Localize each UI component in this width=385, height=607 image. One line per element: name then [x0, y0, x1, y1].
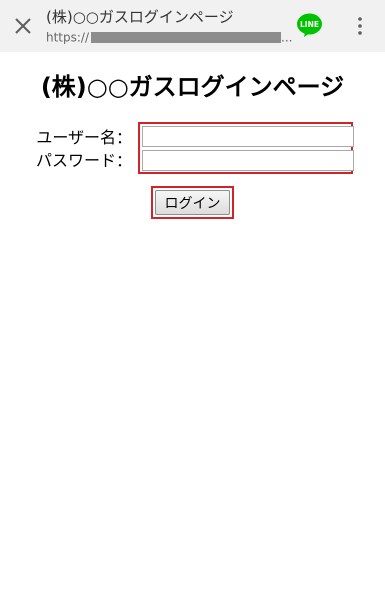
browser-page-title: (株)○○ガスログインページ	[46, 8, 234, 26]
login-button[interactable]: ログイン	[155, 190, 230, 215]
close-icon	[15, 18, 31, 34]
url-ellipsis: ...	[281, 30, 293, 45]
url-redacted-block	[91, 32, 282, 43]
browser-url[interactable]: https://...	[46, 27, 292, 45]
close-button[interactable]	[10, 13, 36, 39]
more-vert-icon	[358, 17, 362, 35]
line-share-button[interactable]: LINE	[296, 12, 323, 39]
password-input[interactable]	[142, 150, 354, 171]
line-icon-label: LINE	[300, 20, 319, 29]
button-highlight-box: ログイン	[151, 186, 234, 219]
overflow-menu-button[interactable]	[348, 14, 372, 38]
username-input[interactable]	[142, 126, 354, 147]
password-label: パスワード：	[35, 151, 132, 170]
url-prefix: https://	[46, 30, 90, 45]
line-app-icon: LINE	[297, 13, 322, 37]
input-highlight-box	[138, 122, 354, 174]
browser-toolbar: (株)○○ガスログインページ https://... LINE	[0, 0, 385, 52]
page-title: (株)○○ガスログインページ	[40, 73, 345, 101]
username-label: ユーザー名：	[36, 128, 132, 147]
